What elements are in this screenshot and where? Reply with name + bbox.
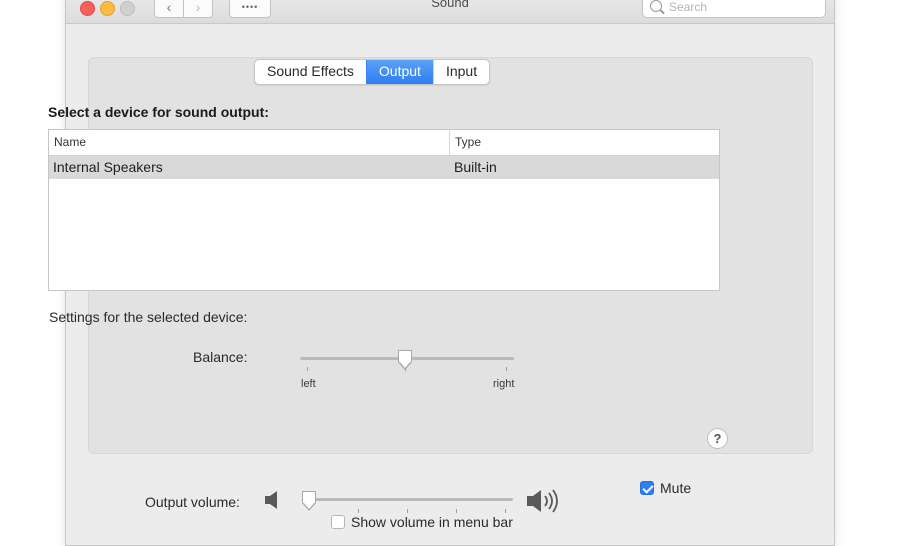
volume-slider-track[interactable]: [303, 498, 513, 501]
table-header: Name Type: [49, 130, 719, 156]
search-icon: [650, 0, 662, 12]
speaker-high-icon: [527, 489, 558, 513]
table-row[interactable]: Internal Speakers Built-in: [49, 156, 719, 179]
balance-tick-left: [307, 367, 308, 371]
tab-sound-effects[interactable]: Sound Effects: [255, 60, 366, 84]
tab-bar: Sound Effects Output Input: [254, 59, 491, 85]
volume-tick: [456, 509, 457, 513]
mute-label[interactable]: Mute: [660, 480, 691, 496]
volume-tick: [407, 509, 408, 513]
column-header-type[interactable]: Type: [450, 130, 719, 155]
show-volume-menu-bar-label[interactable]: Show volume in menu bar: [351, 514, 513, 530]
tab-input[interactable]: Input: [432, 60, 489, 84]
mute-checkbox[interactable]: [640, 481, 654, 495]
show-volume-menu-bar-checkbox[interactable]: [331, 515, 345, 529]
balance-right-label: right: [493, 378, 515, 390]
balance-tick-right: [506, 367, 507, 371]
volume-tick: [358, 509, 359, 513]
search-placeholder: Search: [669, 0, 708, 14]
device-settings-label: Settings for the selected device:: [49, 309, 248, 325]
question-mark-icon: ?: [713, 431, 722, 446]
volume-tick: [505, 509, 506, 513]
help-button[interactable]: ?: [707, 428, 728, 449]
device-type-cell: Built-in: [454, 159, 497, 175]
tab-output[interactable]: Output: [365, 60, 433, 84]
title-bar: ‹ › •••• Sound Search: [66, 0, 834, 24]
device-name-cell: Internal Speakers: [53, 159, 163, 175]
balance-slider-thumb[interactable]: [398, 350, 412, 370]
output-device-table[interactable]: Name Type Internal Speakers Built-in: [48, 129, 720, 291]
search-field[interactable]: Search: [642, 0, 826, 18]
speaker-low-icon: [265, 491, 277, 509]
volume-slider-thumb[interactable]: [302, 491, 316, 511]
balance-label: Balance:: [193, 349, 248, 365]
column-header-name[interactable]: Name: [49, 130, 450, 155]
output-volume-label: Output volume:: [145, 494, 240, 510]
balance-left-label: left: [301, 378, 316, 390]
output-device-heading: Select a device for sound output:: [48, 104, 269, 120]
